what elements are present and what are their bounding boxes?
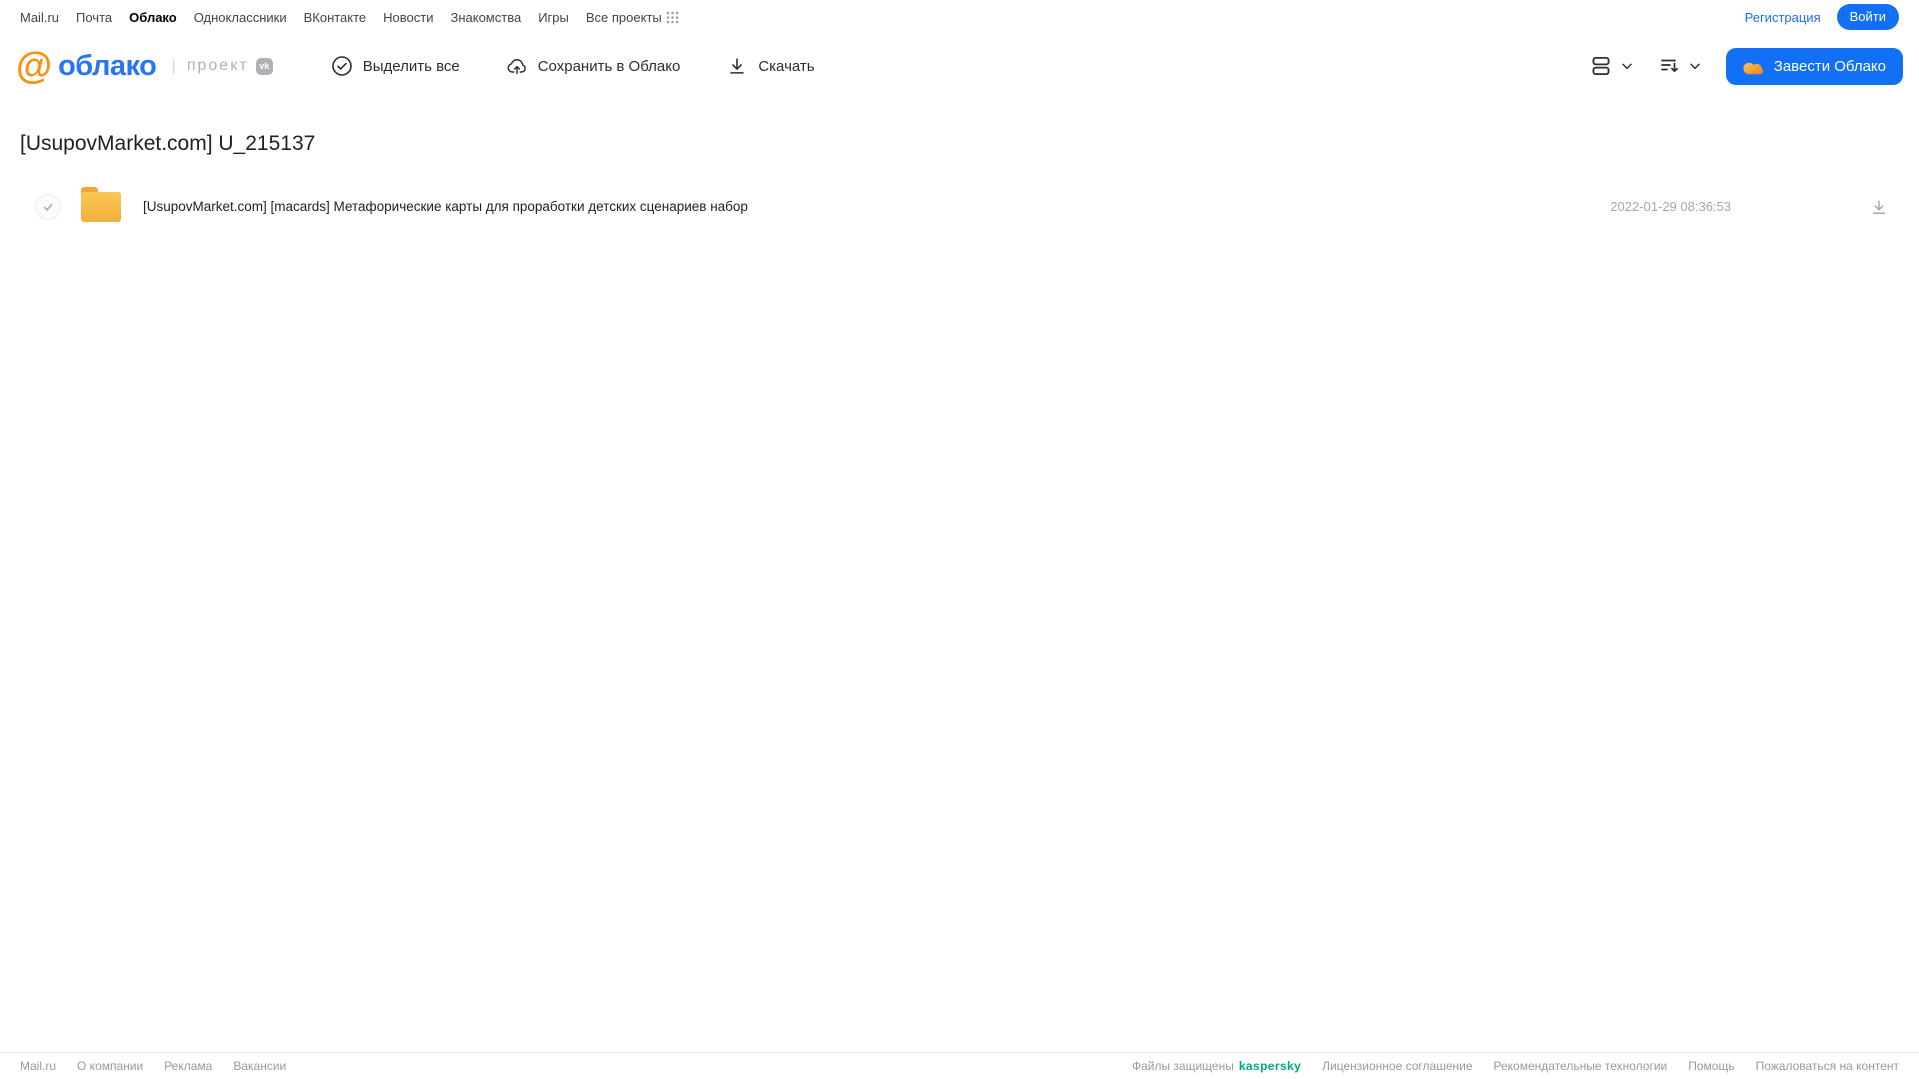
login-button[interactable]: Войти — [1836, 4, 1899, 30]
mailru-at-icon: @ — [16, 44, 53, 86]
footer: Mail.ru О компании Реклама Вакансии Файл… — [0, 1052, 1919, 1079]
check-circle-icon — [331, 55, 353, 77]
footer-link-ads[interactable]: Реклама — [164, 1059, 212, 1073]
download-button[interactable]: Скачать — [726, 55, 815, 77]
cloud-logo[interactable]: @ облако | проект vk — [16, 44, 273, 86]
main: [UsupovMarket.com] U_215137 [UsupovMarke… — [0, 132, 1919, 230]
header: @ облако | проект vk Выделить все Сохран… — [0, 34, 1919, 98]
portal-link-mailru[interactable]: Mail.ru — [20, 10, 59, 25]
kaspersky-protection: Файлы защищены kaspersky — [1132, 1059, 1301, 1073]
file-row[interactable]: [UsupovMarket.com] [macards] Метафоричес… — [0, 183, 1919, 230]
footer-link-help[interactable]: Помощь — [1688, 1059, 1734, 1073]
logo-text: облако — [58, 49, 157, 82]
check-icon — [42, 201, 54, 213]
vk-badge-icon: vk — [255, 57, 273, 75]
portal-link-znakomstva[interactable]: Знакомства — [450, 10, 521, 25]
select-all-button[interactable]: Выделить все — [331, 55, 460, 77]
sort-icon — [1658, 54, 1682, 78]
cloud-upload-icon — [506, 55, 528, 77]
portal-link-novosti[interactable]: Новости — [383, 10, 433, 25]
list-view-icon — [1588, 53, 1614, 79]
portal-nav: Mail.ru Почта Облако Одноклассники ВКонт… — [0, 0, 1919, 34]
portal-link-oblako[interactable]: Облако — [129, 10, 177, 25]
save-to-cloud-button[interactable]: Сохранить в Облако — [506, 55, 681, 77]
chevron-down-icon — [1688, 59, 1702, 73]
view-mode-selector[interactable] — [1588, 53, 1634, 79]
portal-link-pochta[interactable]: Почта — [76, 10, 112, 25]
download-label: Скачать — [758, 57, 815, 75]
footer-link-recommendations[interactable]: Рекомендательные технологии — [1494, 1059, 1668, 1073]
kaspersky-prefix: Файлы защищены — [1131, 1059, 1234, 1073]
footer-link-jobs[interactable]: Вакансии — [233, 1059, 286, 1073]
get-cloud-button[interactable]: Завести Облако — [1725, 47, 1903, 85]
toolbar: Выделить все Сохранить в Облако Скачать — [331, 55, 815, 77]
portal-link-vkontakte[interactable]: ВКонтакте — [304, 10, 367, 25]
footer-right: Файлы защищены kaspersky Лицензионное со… — [1132, 1059, 1899, 1073]
footer-link-report[interactable]: Пожаловаться на контент — [1756, 1059, 1899, 1073]
portal-link-igry[interactable]: Игры — [538, 10, 569, 25]
save-to-cloud-label: Сохранить в Облако — [537, 57, 681, 75]
portal-link-all-projects[interactable]: Все проекты — [586, 10, 662, 25]
sort-selector[interactable] — [1658, 54, 1702, 78]
file-name[interactable]: [UsupovMarket.com] [macards] Метафоричес… — [143, 199, 1610, 214]
kaspersky-logo[interactable]: kaspersky — [1239, 1059, 1301, 1073]
footer-link-license[interactable]: Лицензионное соглашение — [1322, 1059, 1472, 1073]
folder-icon — [81, 186, 121, 222]
portal-link-odnoklassniki[interactable]: Одноклассники — [194, 10, 287, 25]
get-cloud-label: Завести Облако — [1773, 57, 1886, 75]
header-right: Завести Облако — [1588, 47, 1903, 85]
page-title: [UsupovMarket.com] U_215137 — [20, 132, 316, 155]
row-checkbox[interactable] — [35, 193, 61, 220]
cloud-icon — [1743, 58, 1765, 75]
file-date: 2022-01-29 08:36:53 — [1610, 199, 1731, 214]
footer-link-company[interactable]: О компании — [77, 1059, 143, 1073]
file-list: [UsupovMarket.com] [macards] Метафоричес… — [0, 183, 1919, 230]
apps-grid-icon[interactable] — [666, 11, 679, 24]
footer-link-mailru[interactable]: Mail.ru — [20, 1059, 56, 1073]
select-all-label: Выделить все — [362, 57, 460, 75]
footer-left: Mail.ru О компании Реклама Вакансии — [20, 1059, 286, 1073]
download-icon — [726, 55, 748, 77]
row-download-icon[interactable] — [1869, 197, 1889, 217]
chevron-down-icon — [1620, 59, 1634, 73]
logo-divider: | — [171, 56, 176, 75]
registration-link[interactable]: Регистрация — [1745, 10, 1821, 25]
project-label: проект — [186, 57, 249, 74]
